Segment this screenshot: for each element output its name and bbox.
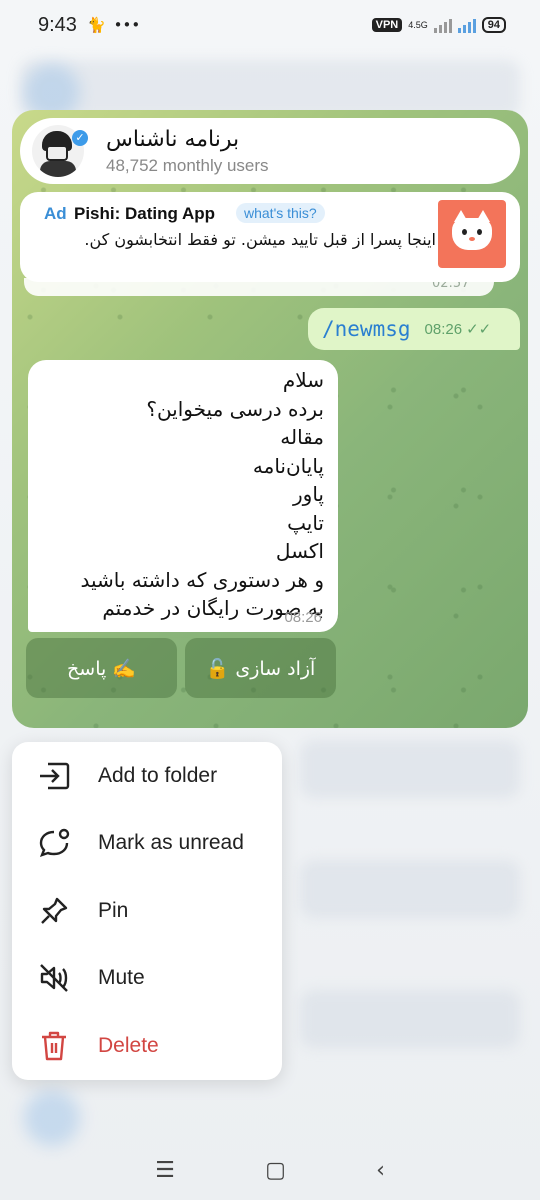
menu-item-pin[interactable]: Pin (12, 877, 282, 945)
message-line: پایان‌نامه (252, 453, 324, 478)
ad-text: اینجا پسرا از قبل تایید میشن. تو فقط انت… (84, 230, 436, 249)
context-menu: Add to folder Mark as unread Pin Mute De… (12, 742, 282, 1080)
sponsored-ad[interactable]: Ad Pishi: Dating App what's this? اینجا … (20, 192, 520, 282)
chat-header[interactable]: ✓ برنامه ناشناس 48,752 monthly users (20, 118, 520, 184)
reply-button[interactable]: پاسخ ✍️ (26, 638, 177, 698)
menu-nav-icon[interactable]: ☰ (155, 1158, 175, 1183)
menu-item-label: Add to folder (98, 763, 218, 787)
message-line: پاور (293, 482, 324, 506)
chat-unread-icon (38, 827, 70, 859)
whats-this-button[interactable]: what's this? (236, 203, 325, 223)
mute-icon (38, 962, 70, 994)
message-line: تایپ (287, 510, 324, 535)
message-line: برده درسی میخواین؟ (146, 396, 324, 421)
status-bar: 9:43 🐈 ••• VPN 4.5G 94 (0, 0, 540, 50)
menu-item-mark-unread[interactable]: Mark as unread (12, 810, 282, 878)
ad-label: Ad (44, 204, 67, 223)
background-row (300, 740, 520, 798)
trash-icon (38, 1030, 70, 1062)
message-time: 08:26 (284, 609, 322, 626)
vpn-badge: VPN (371, 18, 403, 32)
message-time: 08:26 (424, 320, 463, 338)
unlock-button[interactable]: 🔓 آزاد سازی (185, 638, 336, 698)
menu-item-add-to-folder[interactable]: Add to folder (12, 742, 282, 810)
network-type: 4.5G (408, 19, 428, 30)
battery-icon: 94 (481, 17, 506, 33)
chat-subtitle: 48,752 monthly users (106, 155, 269, 175)
message-line: به صورت رایگان در خدمتم (102, 596, 324, 620)
folder-add-icon (38, 760, 70, 792)
background-avatar (24, 1090, 80, 1146)
menu-item-mute[interactable]: Mute (12, 945, 282, 1013)
menu-item-label: Pin (98, 898, 129, 922)
menu-item-delete[interactable]: Delete (12, 1012, 282, 1080)
chat-preview[interactable]: ✓ برنامه ناشناس 48,752 monthly users 02:… (12, 110, 528, 728)
ad-image (438, 200, 506, 268)
ad-title: Pishi: Dating App (74, 204, 216, 223)
signal-icon (457, 17, 476, 33)
outgoing-message[interactable]: /newmsg 08:26 ✓✓ (308, 308, 520, 350)
game-icon: 🐈 (86, 16, 106, 34)
background-row (300, 990, 520, 1048)
inline-keyboard: پاسخ ✍️ 🔓 آزاد سازی (26, 638, 336, 698)
message-text[interactable]: /newmsg (322, 317, 411, 341)
system-nav-bar: ☰ ▢ ‹ (0, 1140, 540, 1200)
signal-icon (433, 17, 452, 33)
cat-icon (452, 210, 492, 250)
background-row (300, 860, 520, 918)
message-line: مقاله (280, 425, 324, 449)
menu-item-label: Mute (98, 966, 145, 990)
back-nav-icon[interactable]: ‹ (376, 1158, 385, 1183)
pin-icon (38, 895, 70, 927)
menu-item-label: Delete (98, 1033, 159, 1057)
message-line: سلام (282, 368, 324, 392)
message-line: اکسل (275, 539, 324, 563)
incoming-message[interactable]: سلام برده درسی میخواین؟ مقاله پایان‌نامه… (28, 360, 338, 632)
status-time: 9:43 (38, 13, 77, 36)
more-notifications-icon: ••• (113, 16, 141, 34)
home-nav-icon[interactable]: ▢ (265, 1158, 286, 1183)
chat-title: برنامه ناشناس (106, 126, 240, 152)
read-check-icon: ✓✓ (466, 320, 492, 338)
message-line: و هر دستوری که داشته باشید (80, 567, 324, 592)
menu-item-label: Mark as unread (98, 831, 244, 855)
verified-icon: ✓ (72, 130, 88, 146)
